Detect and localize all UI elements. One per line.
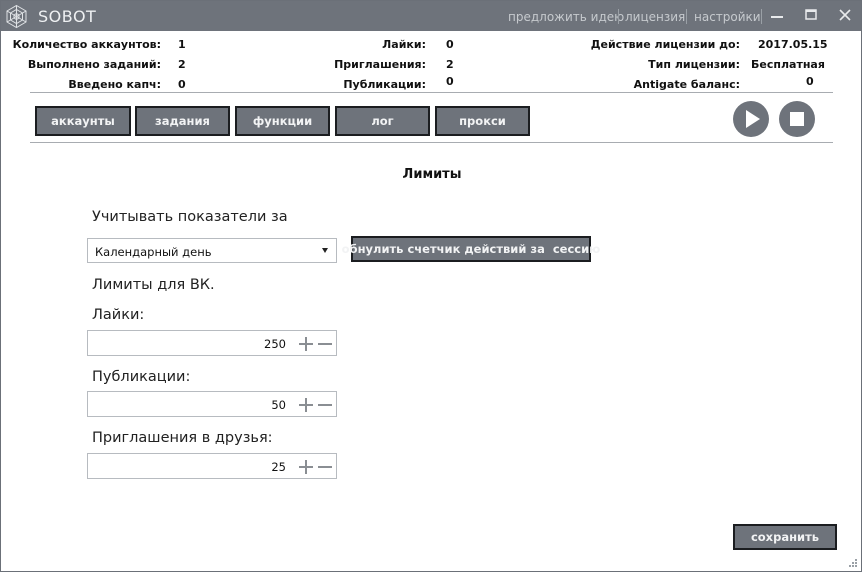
- tab-proxy[interactable]: прокси: [435, 106, 530, 136]
- divider: [30, 92, 833, 93]
- vk-limits-label: Лимиты для ВК.: [92, 277, 215, 293]
- posts-limit-field[interactable]: 50: [87, 391, 337, 417]
- page-title: Лимиты: [402, 167, 462, 182]
- titlebar-divider: [761, 9, 762, 24]
- minus-icon[interactable]: [318, 460, 332, 474]
- plus-icon[interactable]: [299, 337, 313, 351]
- invites-stat-value: 2: [446, 58, 454, 71]
- titlebar-divider: [686, 9, 687, 24]
- accounts-count-label: Количество аккаунтов:: [12, 38, 161, 51]
- plus-icon[interactable]: [299, 398, 313, 412]
- accounts-count-value: 1: [178, 38, 186, 51]
- license-link[interactable]: лицензия: [625, 10, 685, 24]
- license-type-value: Бесплатная: [751, 58, 825, 71]
- captcha-count-value: 0: [178, 78, 186, 91]
- app-title: SOBOT: [38, 7, 97, 26]
- minimize-icon[interactable]: [769, 6, 785, 24]
- license-expiry-value: 2017.05.15: [758, 38, 828, 51]
- posts-limit-label: Публикации:: [92, 369, 191, 385]
- period-label: Учитывать показатели за: [92, 209, 288, 225]
- resize-grip-icon[interactable]: [848, 558, 858, 568]
- tab-log[interactable]: лог: [335, 106, 430, 136]
- invites-limit-value: 25: [271, 460, 286, 474]
- tab-tasks[interactable]: задания: [135, 106, 230, 136]
- reset-counter-button[interactable]: обнулить счетчик действий за сессию: [342, 236, 600, 262]
- antigate-balance-label: Antigate баланс:: [633, 78, 740, 91]
- invites-limit-label: Приглашения в друзья:: [92, 430, 273, 446]
- invites-limit-field[interactable]: 25: [87, 453, 337, 479]
- stop-button[interactable]: [779, 101, 815, 137]
- posts-stat-label: Публикации:: [343, 78, 426, 91]
- tab-accounts[interactable]: аккаунты: [35, 106, 131, 136]
- period-select-value: Календарный день: [95, 245, 212, 259]
- play-button[interactable]: [733, 101, 769, 137]
- posts-limit-value: 50: [271, 398, 286, 412]
- suggest-idea-link[interactable]: предложить идею: [508, 10, 624, 24]
- tab-functions[interactable]: функции: [235, 106, 330, 136]
- stop-icon: [790, 112, 804, 126]
- plus-icon[interactable]: [299, 460, 313, 474]
- close-icon[interactable]: [837, 6, 853, 24]
- posts-stat-value: 0: [446, 75, 454, 88]
- minus-icon[interactable]: [318, 337, 332, 351]
- title-bar[interactable]: SOBOT предложить идею лицензия настройки: [1, 1, 861, 31]
- minus-icon[interactable]: [318, 398, 332, 412]
- settings-link[interactable]: настройки: [694, 10, 761, 24]
- period-select[interactable]: Календарный день: [87, 238, 337, 263]
- save-button[interactable]: сохранить: [733, 524, 837, 550]
- captcha-count-label: Введено капч:: [68, 78, 161, 91]
- tasks-done-label: Выполнено заданий:: [27, 58, 161, 71]
- likes-limit-field[interactable]: 250: [87, 330, 337, 356]
- likes-stat-value: 0: [446, 38, 454, 51]
- invites-stat-label: Приглашения:: [334, 58, 426, 71]
- play-icon: [746, 110, 760, 128]
- license-expiry-label: Действие лицензии до:: [590, 38, 740, 51]
- titlebar-divider: [618, 9, 619, 24]
- chevron-down-icon: [322, 248, 328, 253]
- app-window: SOBOT предложить идею лицензия настройки…: [0, 0, 862, 572]
- tasks-done-value: 2: [178, 58, 186, 71]
- likes-limit-value: 250: [264, 337, 286, 351]
- maximize-icon[interactable]: [803, 6, 819, 24]
- divider: [30, 142, 833, 143]
- likes-stat-label: Лайки:: [382, 38, 426, 51]
- license-type-label: Тип лицензии:: [648, 58, 740, 71]
- spiderweb-logo-icon: [6, 4, 27, 29]
- antigate-balance-value: 0: [806, 75, 814, 88]
- likes-limit-label: Лайки:: [92, 307, 145, 323]
